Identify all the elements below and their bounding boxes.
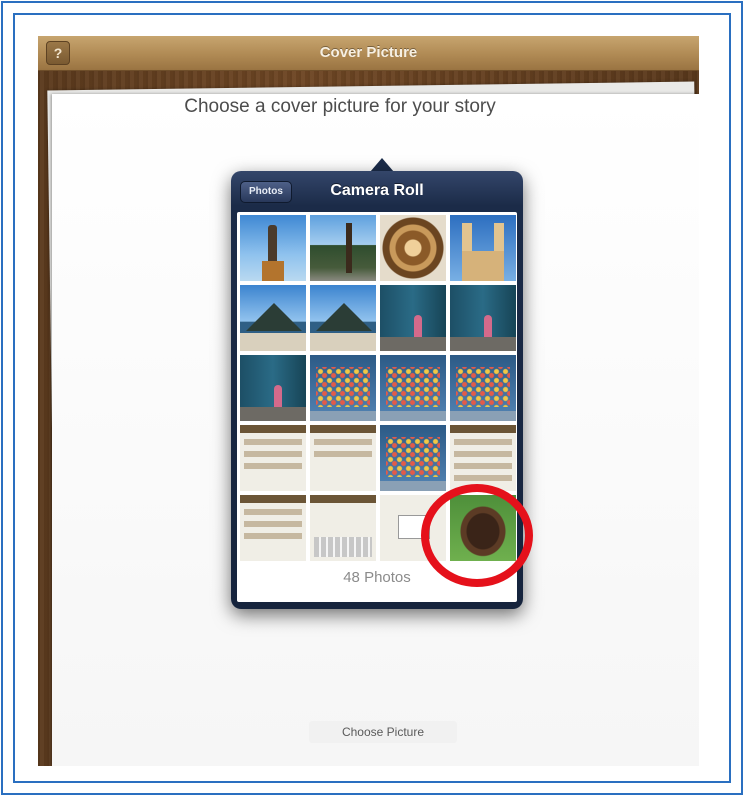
photo-thumb[interactable] bbox=[310, 355, 376, 421]
popover-arrow bbox=[370, 158, 394, 172]
photos-back-button[interactable]: Photos bbox=[240, 181, 292, 203]
selection-highlight-circle bbox=[421, 484, 533, 587]
help-button[interactable]: ? bbox=[46, 41, 70, 65]
popover-header: Camera Roll Photos bbox=[231, 171, 523, 211]
photo-thumb[interactable] bbox=[310, 215, 376, 281]
photo-thumb[interactable] bbox=[310, 425, 376, 491]
photo-thumb[interactable] bbox=[450, 285, 516, 351]
photo-thumb[interactable] bbox=[450, 355, 516, 421]
cover-prompt: Choose a cover picture for your story bbox=[184, 96, 496, 117]
photo-thumb[interactable] bbox=[450, 215, 516, 281]
choose-picture-button[interactable]: Choose Picture bbox=[309, 721, 457, 743]
photo-thumb[interactable] bbox=[380, 355, 446, 421]
photo-thumb[interactable] bbox=[380, 425, 446, 491]
screen-title: Cover Picture bbox=[319, 44, 418, 61]
photo-thumb[interactable] bbox=[380, 285, 446, 351]
photo-thumb[interactable] bbox=[450, 425, 516, 491]
photo-thumb[interactable] bbox=[310, 285, 376, 351]
photo-thumb[interactable] bbox=[380, 215, 446, 281]
photo-thumb[interactable] bbox=[240, 355, 306, 421]
title-bar: Cover Picture ? bbox=[38, 36, 699, 71]
photo-thumb[interactable] bbox=[240, 285, 306, 351]
photo-thumb[interactable] bbox=[310, 495, 376, 561]
photo-thumb[interactable] bbox=[240, 495, 306, 561]
photo-thumb[interactable] bbox=[240, 425, 306, 491]
photo-thumb[interactable] bbox=[240, 215, 306, 281]
